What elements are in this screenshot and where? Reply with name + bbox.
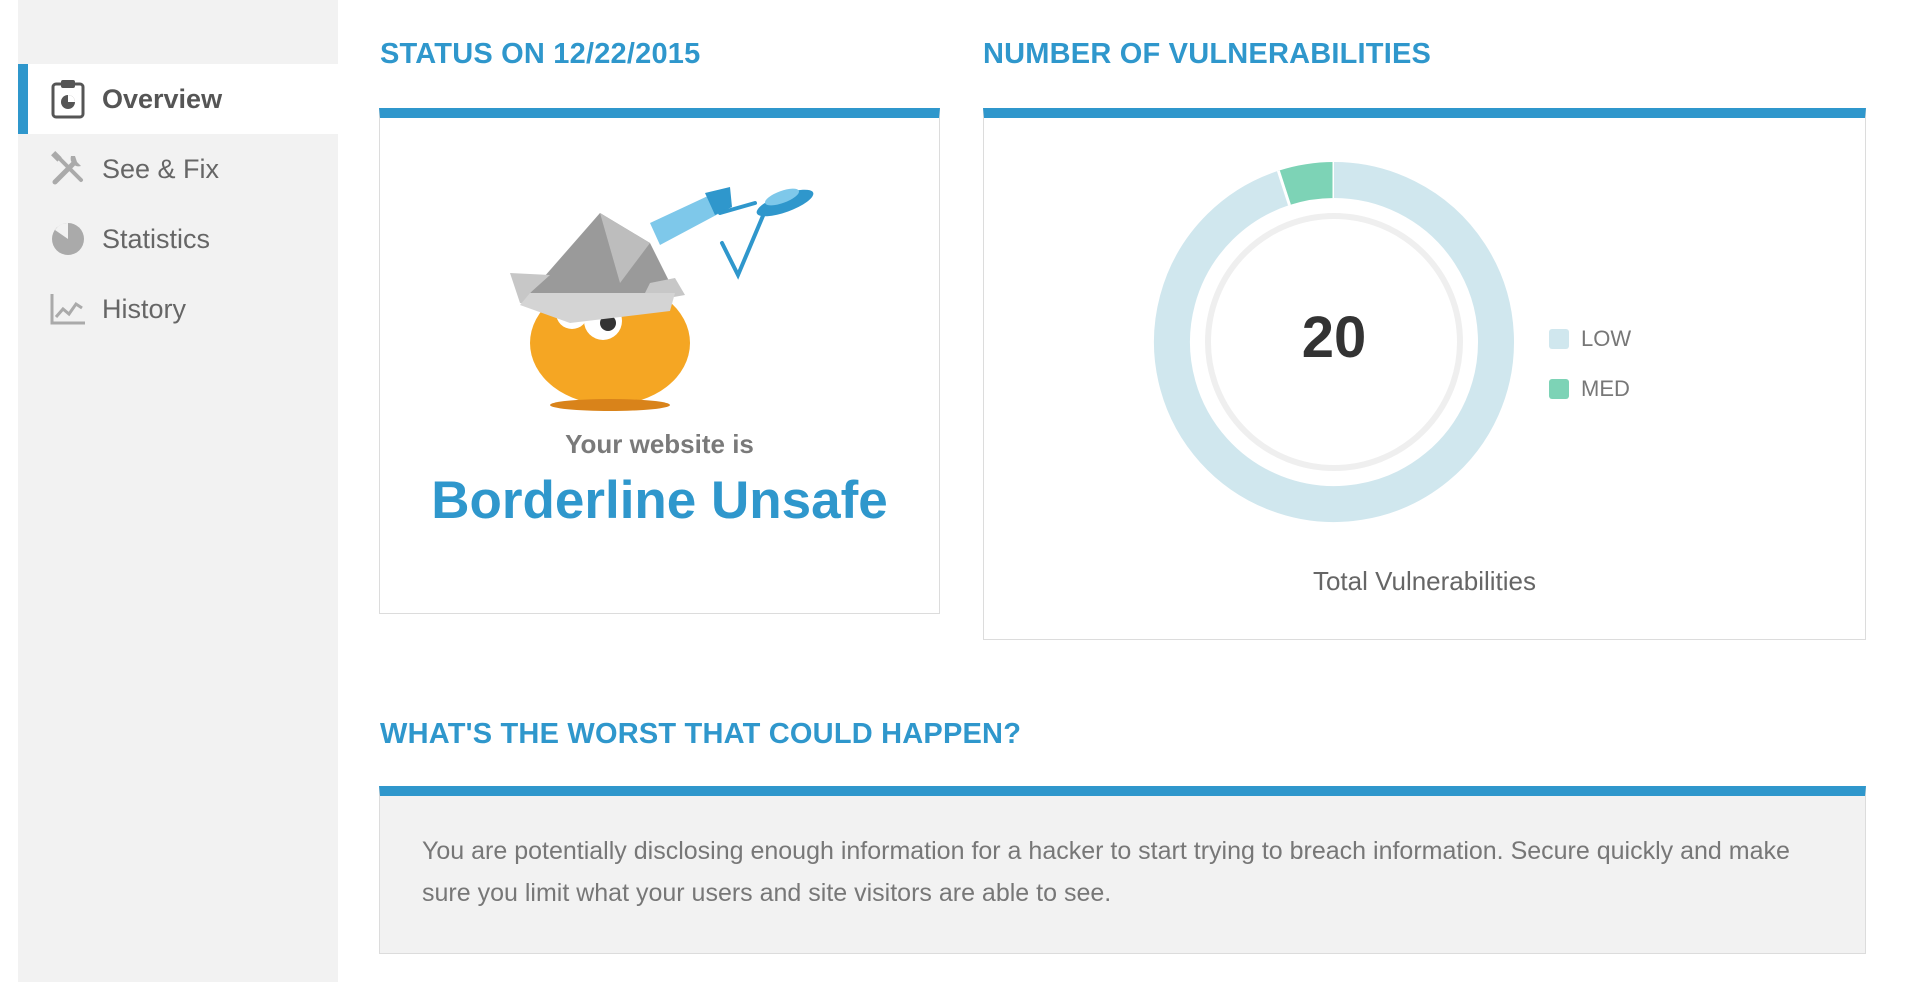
total-label: Total Vulnerabilities [1312,566,1537,596]
vulnerabilities-card: 20 LOW MED Total Vulnerabilities [983,108,1866,640]
sidebar: Overview See & Fix Statistics History [18,0,338,982]
total-count: 20 [1301,304,1367,370]
status-rating: Borderline Unsafe [431,471,888,530]
tools-icon [48,149,88,189]
line-chart-icon [48,289,88,329]
page: Overview See & Fix Statistics History ST… [0,0,1912,982]
sidebar-item-history[interactable]: History [18,274,338,344]
legend-swatch-low [1549,329,1569,349]
legend-item-low: LOW [1549,314,1631,364]
sidebar-item-statistics[interactable]: Statistics [18,204,338,274]
sidebar-item-label: Overview [102,83,223,114]
pie-icon [48,219,88,259]
status-card: Your website is Borderline Unsafe [379,108,940,614]
status-heading: STATUS ON 12/22/2015 [380,38,701,70]
legend-swatch-med [1549,379,1569,399]
legend-label: LOW [1581,326,1632,351]
mascot-illustration [510,187,814,411]
worst-card: You are potentially disclosing enough in… [379,786,1866,954]
clipboard-icon [48,79,88,119]
sidebar-item-overview[interactable]: Overview [18,64,338,134]
sidebar-item-label: History [102,293,187,324]
worst-description: You are potentially disclosing enough in… [422,837,1790,907]
status-subtitle: Your website is [565,429,754,459]
worst-heading: WHAT'S THE WORST THAT COULD HAPPEN? [380,718,1022,750]
sidebar-item-label: See & Fix [102,153,220,184]
sidebar-nav: Overview See & Fix Statistics History [18,64,338,344]
chart-legend: LOW MED [1549,314,1631,414]
legend-item-med: MED [1549,364,1631,414]
legend-label: MED [1581,376,1630,401]
sidebar-item-see-fix[interactable]: See & Fix [18,134,338,204]
sidebar-item-label: Statistics [102,223,211,254]
vulnerabilities-heading: NUMBER OF VULNERABILITIES [983,38,1432,70]
